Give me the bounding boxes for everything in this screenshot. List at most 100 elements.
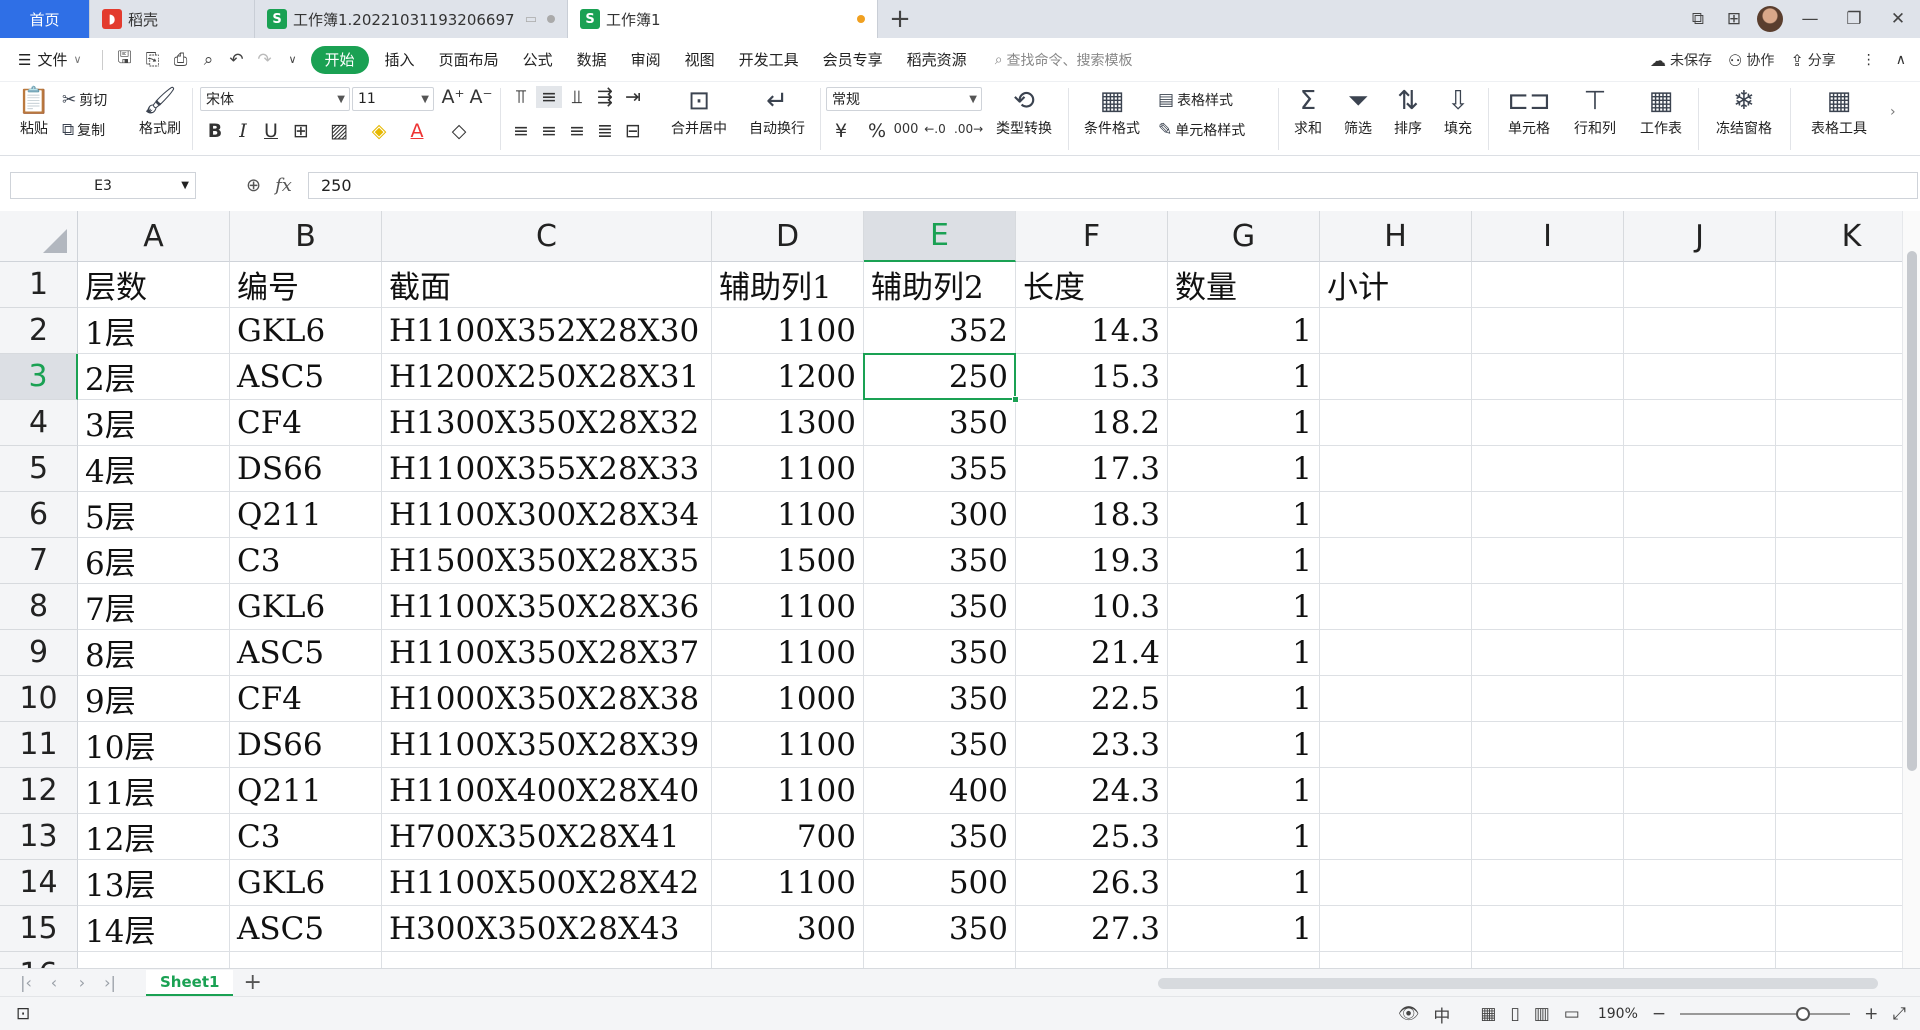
grid-cell[interactable]: 1000 xyxy=(712,676,864,722)
grid-cell[interactable] xyxy=(1624,354,1776,400)
grid-cell[interactable]: 10层 xyxy=(78,722,230,768)
grid-cell[interactable]: 7层 xyxy=(78,584,230,630)
tab-workbook-1[interactable]: S 工作簿1.20221031193206697 ▭ xyxy=(255,0,568,38)
grid-cell[interactable] xyxy=(1472,814,1624,860)
cell-button[interactable]: ⊏⊐ 单元格 xyxy=(1500,86,1558,138)
grid-cell[interactable] xyxy=(1776,768,1920,814)
grid-cell[interactable]: 350 xyxy=(864,400,1016,446)
grid-cell[interactable] xyxy=(1776,722,1920,768)
ribbon-scroll-right-icon[interactable]: › xyxy=(1890,104,1896,120)
grid-cell[interactable] xyxy=(1320,906,1472,952)
grid-cell[interactable]: 8层 xyxy=(78,630,230,676)
more-options-icon[interactable]: ⋮ xyxy=(1862,52,1876,68)
worksheet-grid[interactable]: A B C D E F G H I J K 1 层数 编号 截面 辅助列1 辅助列2 长度 数量 小计 2 1层 GKL6 H… xyxy=(0,211,1920,968)
grid-cell[interactable]: 1 xyxy=(1168,354,1320,400)
grid-cell[interactable] xyxy=(1320,584,1472,630)
screen-split-icon[interactable]: ⧉ xyxy=(1680,0,1716,38)
row-header[interactable]: 16 xyxy=(0,952,78,968)
grid-cell[interactable]: 352 xyxy=(864,308,1016,354)
menu-review[interactable]: 审阅 xyxy=(619,49,673,70)
grid-cell[interactable]: H1300X350X28X32 xyxy=(382,400,712,446)
name-box[interactable]: E3 ▼ xyxy=(10,172,196,199)
grid-cell[interactable]: 11层 xyxy=(78,768,230,814)
align-right-icon[interactable]: ≡ xyxy=(564,120,590,142)
grid-cell[interactable]: 1 xyxy=(1168,814,1320,860)
grid-cell[interactable]: H1500X350X28X35 xyxy=(382,538,712,584)
zoom-slider[interactable] xyxy=(1680,1007,1851,1021)
grid-cell[interactable]: 1100 xyxy=(712,860,864,906)
grid-cell[interactable] xyxy=(1624,492,1776,538)
grid-cell[interactable] xyxy=(230,952,382,968)
grid-cell[interactable]: 1100 xyxy=(712,492,864,538)
last-sheet-icon[interactable]: ›| xyxy=(96,973,124,992)
grid-cell[interactable] xyxy=(1776,906,1920,952)
row-header[interactable]: 2 xyxy=(0,308,78,354)
wrap-text-button[interactable]: ↵ 自动换行 xyxy=(740,86,814,138)
grid-cell[interactable] xyxy=(1776,492,1920,538)
font-size-select[interactable]: 11 ▼ xyxy=(352,87,434,111)
zoom-out-icon[interactable]: − xyxy=(1652,1004,1666,1024)
grid-cell[interactable]: 1 xyxy=(1168,722,1320,768)
clear-format-icon[interactable]: ◇ xyxy=(446,120,472,142)
grid-cell[interactable]: 15.3 xyxy=(1016,354,1168,400)
grid-cell[interactable] xyxy=(1624,308,1776,354)
prev-sheet-icon[interactable]: ‹ xyxy=(40,973,68,992)
grid-cell[interactable]: 350 xyxy=(864,630,1016,676)
grid-cell[interactable]: DS66 xyxy=(230,722,382,768)
grid-cell[interactable] xyxy=(1320,768,1472,814)
horizontal-scrollbar[interactable] xyxy=(1158,978,1878,989)
align-bottom-icon[interactable]: ⫫ xyxy=(564,86,590,108)
grid-cell[interactable]: 1 xyxy=(1168,630,1320,676)
grid-cell[interactable]: 400 xyxy=(864,768,1016,814)
share-button[interactable]: ⇪ 分享 xyxy=(1790,50,1835,70)
grid-cell[interactable]: 1 xyxy=(1168,492,1320,538)
header-cell[interactable] xyxy=(1624,262,1776,308)
grid-cell[interactable] xyxy=(1472,308,1624,354)
freeze-panes-button[interactable]: ❄ 冻结窗格 xyxy=(1708,86,1780,138)
grid-cell[interactable]: 300 xyxy=(712,906,864,952)
grid-cell[interactable]: 350 xyxy=(864,814,1016,860)
tab-workbook-active[interactable]: S 工作簿1 xyxy=(568,0,878,38)
sort-button[interactable]: ⇅ 排序 xyxy=(1386,86,1430,138)
header-cell[interactable]: 辅助列2 xyxy=(864,262,1016,308)
grid-cell[interactable]: 355 xyxy=(864,446,1016,492)
grid-cell[interactable] xyxy=(1320,952,1472,968)
column-header-b[interactable]: B xyxy=(230,211,382,262)
grid-cell[interactable]: 18.3 xyxy=(1016,492,1168,538)
eye-protection-icon[interactable]: 👁 xyxy=(1398,1004,1420,1024)
grid-cell[interactable] xyxy=(1776,630,1920,676)
normal-view-icon[interactable]: ▦ xyxy=(1480,1004,1496,1024)
row-header[interactable]: 12 xyxy=(0,768,78,814)
header-cell[interactable] xyxy=(1472,262,1624,308)
row-header[interactable]: 11 xyxy=(0,722,78,768)
grid-cell[interactable]: 1 xyxy=(1168,676,1320,722)
fill-pattern-icon[interactable]: ▨ xyxy=(326,120,352,142)
grid-cell[interactable] xyxy=(1624,538,1776,584)
grid-cell[interactable]: 2层 xyxy=(78,354,230,400)
grid-cell[interactable] xyxy=(1472,538,1624,584)
row-header[interactable]: 7 xyxy=(0,538,78,584)
row-header[interactable]: 5 xyxy=(0,446,78,492)
grid-cell[interactable]: 24.3 xyxy=(1016,768,1168,814)
header-cell[interactable]: 辅助列1 xyxy=(712,262,864,308)
header-cell[interactable]: 截面 xyxy=(382,262,712,308)
menu-data[interactable]: 数据 xyxy=(565,49,619,70)
align-center-icon[interactable]: ≡ xyxy=(536,120,562,142)
grid-cell[interactable]: 350 xyxy=(864,906,1016,952)
tab-home[interactable]: 首页 xyxy=(0,0,90,38)
zoom-level[interactable]: 190% xyxy=(1598,1006,1638,1022)
grid-cell[interactable] xyxy=(864,952,1016,968)
grid-cell[interactable] xyxy=(1472,492,1624,538)
menu-docshell-resources[interactable]: 稻壳资源 xyxy=(895,49,979,70)
cut-button[interactable]: ✂ 剪切 xyxy=(62,90,107,110)
distribute-icon[interactable]: ⊟ xyxy=(620,120,646,142)
grid-cell[interactable] xyxy=(712,952,864,968)
grid-cell[interactable]: 13层 xyxy=(78,860,230,906)
grid-cell[interactable]: ASC5 xyxy=(230,630,382,676)
grid-cell[interactable]: 19.3 xyxy=(1016,538,1168,584)
grid-cell[interactable] xyxy=(1472,354,1624,400)
grid-cell[interactable]: CF4 xyxy=(230,676,382,722)
align-middle-icon[interactable]: ≡ xyxy=(536,86,562,108)
zoom-in-icon[interactable]: + xyxy=(1864,1004,1878,1024)
select-all-corner[interactable] xyxy=(0,211,78,262)
